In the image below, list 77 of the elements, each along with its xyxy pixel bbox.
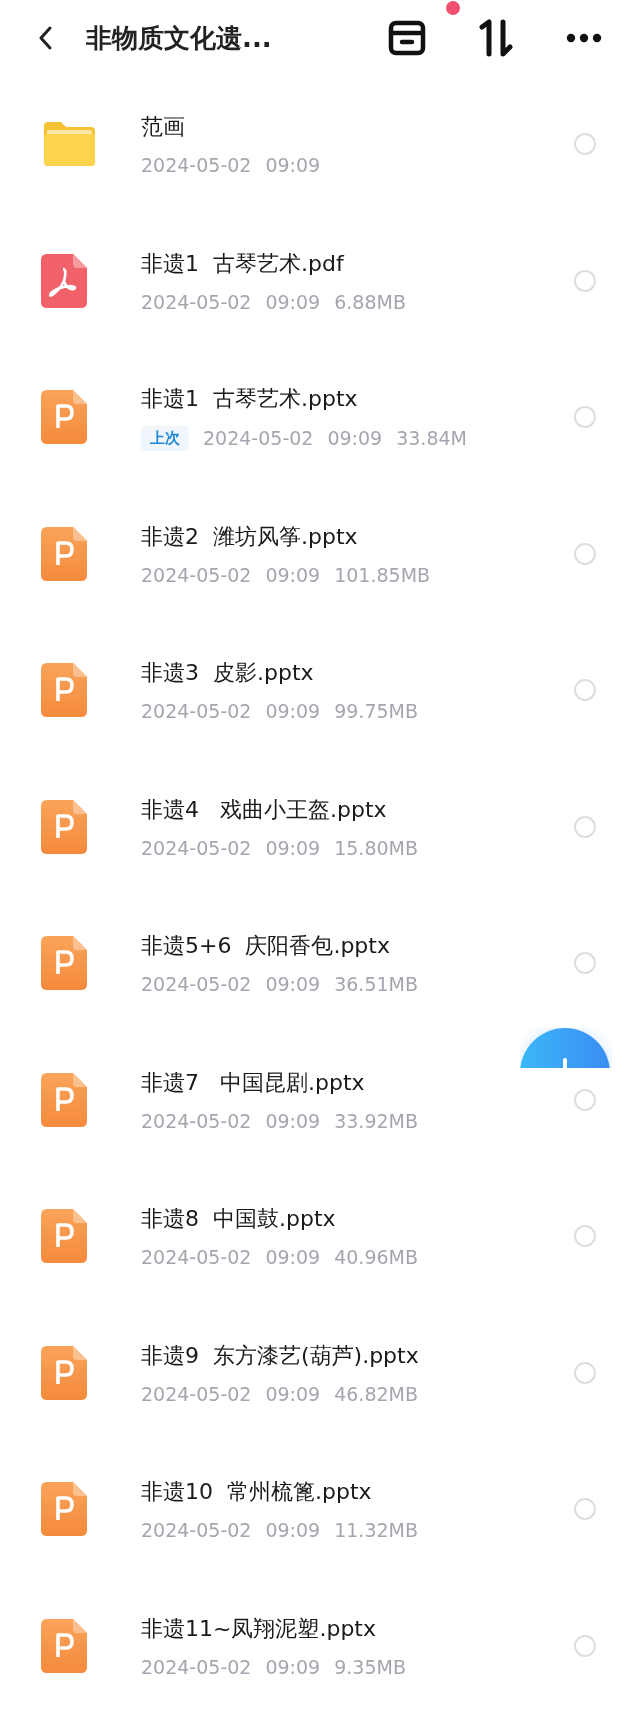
file-name: 非遗1 古琴艺术.pdf xyxy=(141,249,346,278)
file-date: 2024-05-02 xyxy=(203,427,314,450)
select-radio[interactable] xyxy=(574,406,596,429)
file-name: 非遗8 中国鼓.pptx xyxy=(141,1205,337,1234)
file-size: 15.80MB xyxy=(334,836,418,859)
file-size: 40.96MB xyxy=(334,1246,418,1269)
file-date: 2024-05-02 xyxy=(141,154,252,177)
file-date: 2024-05-02 xyxy=(141,290,252,313)
more-icon[interactable] xyxy=(566,33,602,43)
file-date: 2024-05-02 xyxy=(141,836,252,859)
file-name: 非遗4 戏曲小王盔.pptx xyxy=(141,795,388,824)
sort-icon[interactable] xyxy=(478,19,514,57)
file-size: 33.92MB xyxy=(334,1109,418,1132)
presentation-file-icon xyxy=(41,1618,87,1673)
select-radio[interactable] xyxy=(574,1361,596,1384)
file-date: 2024-05-02 xyxy=(141,1109,252,1132)
select-radio[interactable] xyxy=(574,269,596,292)
file-name: 范画 xyxy=(141,113,186,142)
file-date: 2024-05-02 xyxy=(141,700,252,723)
file-name: 非遗7 中国昆剧.pptx xyxy=(141,1068,366,1097)
select-radio[interactable] xyxy=(574,815,596,838)
file-size: 101.85MB xyxy=(334,563,431,586)
file-date: 2024-05-02 xyxy=(141,563,252,586)
select-radio[interactable] xyxy=(574,1498,596,1521)
window-title: 非物质文化遗... xyxy=(86,21,272,55)
file-date: 2024-05-02 xyxy=(141,973,252,996)
presentation-file-icon xyxy=(41,1482,87,1537)
file-time: 09:09 xyxy=(265,1246,321,1269)
file-time: 09:09 xyxy=(327,427,383,450)
presentation-file-icon xyxy=(41,799,87,854)
presentation-file-icon xyxy=(41,1345,87,1400)
file-time: 09:09 xyxy=(265,290,321,313)
presentation-file-icon xyxy=(41,1072,87,1127)
file-name: 非遗5+6 庆阳香包.pptx xyxy=(141,932,391,961)
file-time: 09:09 xyxy=(265,700,321,723)
file-size: 6.88MB xyxy=(334,290,406,313)
file-name: 非遗11~凤翔泥塑.pptx xyxy=(141,1614,377,1643)
select-radio[interactable] xyxy=(574,1225,596,1248)
file-date: 2024-05-02 xyxy=(141,1382,252,1405)
file-time: 09:09 xyxy=(265,1519,321,1542)
select-radio[interactable] xyxy=(574,542,596,565)
select-radio[interactable] xyxy=(574,1634,596,1657)
file-name: 非遗1 古琴艺术.pptx xyxy=(141,384,359,413)
file-name: 非遗10 常州梳篦.pptx xyxy=(141,1478,373,1507)
file-date: 2024-05-02 xyxy=(141,1519,252,1542)
file-size: 36.51MB xyxy=(334,973,418,996)
pdf-file-icon xyxy=(41,253,87,308)
file-date: 2024-05-02 xyxy=(141,1246,252,1269)
file-name: 非遗2 潍坊风筝.pptx xyxy=(141,522,359,551)
file-size: 9.35MB xyxy=(334,1655,406,1678)
file-time: 09:09 xyxy=(265,563,321,586)
last-opened-badge: 上次 xyxy=(141,425,189,451)
file-size: 46.82MB xyxy=(334,1382,418,1405)
file-time: 09:09 xyxy=(265,836,321,859)
select-radio[interactable] xyxy=(574,1088,596,1111)
presentation-file-icon xyxy=(41,936,87,991)
select-radio[interactable] xyxy=(574,133,596,156)
select-radio[interactable] xyxy=(574,952,596,975)
file-time: 09:09 xyxy=(265,154,321,177)
presentation-file-icon xyxy=(41,1209,87,1264)
back-icon[interactable] xyxy=(38,26,52,50)
folder-icon xyxy=(41,120,97,169)
presentation-file-icon xyxy=(41,390,87,445)
presentation-file-icon xyxy=(41,663,87,718)
file-size: 33.84M xyxy=(396,427,467,450)
file-time: 09:09 xyxy=(265,1382,321,1405)
file-time: 09:09 xyxy=(265,1109,321,1132)
file-name: 非遗9 东方漆艺(葫芦).pptx xyxy=(141,1341,420,1370)
file-size: 11.32MB xyxy=(334,1519,418,1542)
file-time: 09:09 xyxy=(265,1655,321,1678)
file-name: 非遗3 皮影.pptx xyxy=(141,659,315,688)
presentation-file-icon xyxy=(41,526,87,581)
box-icon[interactable] xyxy=(388,20,426,56)
file-date: 2024-05-02 xyxy=(141,1655,252,1678)
file-size: 99.75MB xyxy=(334,700,418,723)
select-radio[interactable] xyxy=(574,679,596,702)
file-time: 09:09 xyxy=(265,973,321,996)
